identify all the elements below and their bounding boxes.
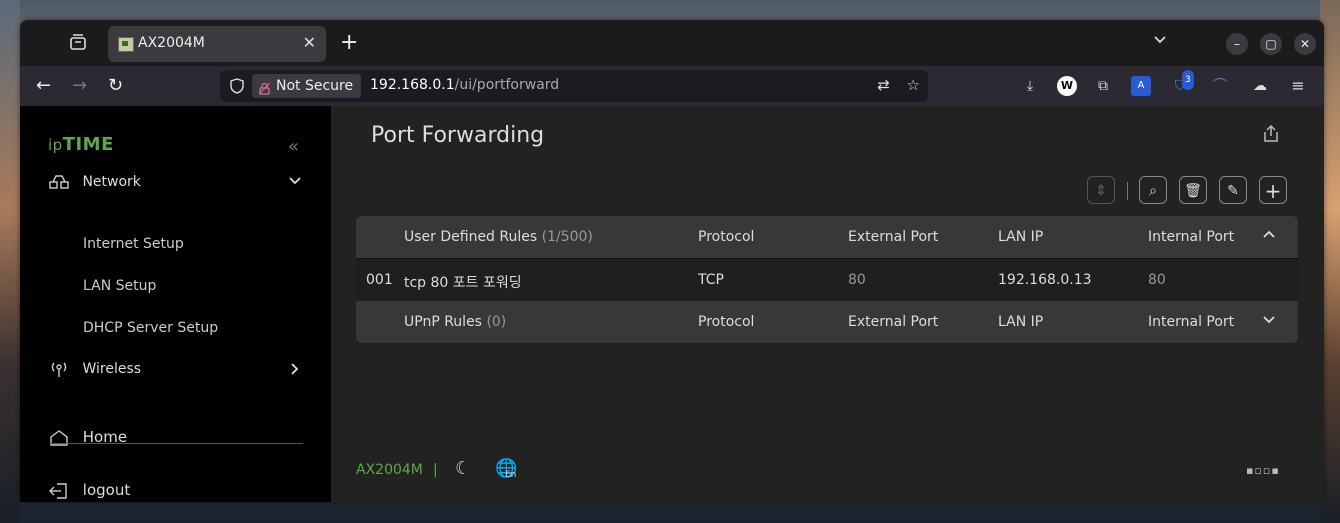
column-internal-port: Internal Port bbox=[1148, 229, 1235, 245]
user-rules-label: User Defined Rules bbox=[404, 229, 538, 245]
chevron-down-icon[interactable] bbox=[1262, 313, 1276, 331]
logo-ip: ip bbox=[48, 136, 63, 154]
url-bar-actions: ⇄ ☆ bbox=[877, 76, 920, 94]
not-secure-badge[interactable]: Not Secure bbox=[252, 74, 362, 98]
footer-model-name: AX2004M bbox=[356, 462, 423, 478]
app-area: ipTIME « Network Internet Setup LAN Setu… bbox=[20, 106, 1324, 502]
logo-time: TIME bbox=[62, 134, 114, 155]
sidebar-item-wireless[interactable]: Wireless bbox=[48, 360, 141, 378]
edit-pencil-icon[interactable]: ✎ bbox=[1219, 176, 1247, 204]
shield-icon[interactable] bbox=[230, 78, 244, 94]
add-plus-icon[interactable]: + bbox=[1259, 176, 1287, 204]
column-external-port: External Port bbox=[848, 229, 939, 245]
minimize-icon[interactable]: – bbox=[1226, 33, 1248, 55]
desktop-wallpaper-left bbox=[0, 0, 20, 523]
main-content: Port Forwarding ⇕ ⌕ 🗑 ✎ + User Defined R… bbox=[331, 106, 1324, 502]
url-path: /ui/portforward bbox=[454, 77, 560, 93]
translator-extension-icon[interactable]: A bbox=[1131, 76, 1151, 96]
user-rules-title: User Defined Rules (1/500) bbox=[404, 229, 593, 245]
forward-icon[interactable]: → bbox=[72, 75, 87, 96]
user-rules-count: (1/500) bbox=[541, 229, 593, 245]
upnp-rules-count: (0) bbox=[486, 314, 507, 330]
sidebar-item-network[interactable]: Network bbox=[48, 173, 141, 191]
tab-active[interactable]: AX2004M ✕ bbox=[108, 26, 326, 62]
row-lan-ip: 192.168.0.13 bbox=[998, 272, 1092, 288]
upnp-rules-label: UPnP Rules bbox=[404, 314, 482, 330]
new-tab-icon[interactable]: + bbox=[340, 30, 358, 55]
upnp-column-lan-ip: LAN IP bbox=[998, 314, 1044, 330]
ublock-shield-icon[interactable]: ⛉ 3 bbox=[1170, 70, 1194, 96]
upnp-column-external-port: External Port bbox=[848, 314, 939, 330]
port-forward-table: User Defined Rules (1/500) Protocol Exte… bbox=[356, 216, 1298, 343]
sidebar-item-logout[interactable]: logout bbox=[48, 481, 130, 500]
w-extension-icon[interactable]: W bbox=[1057, 76, 1077, 96]
tab-title: AX2004M bbox=[138, 35, 205, 51]
wireless-antenna-icon bbox=[48, 360, 70, 378]
row-internal-port: 80 bbox=[1148, 272, 1166, 288]
maximize-icon[interactable]: ▢ bbox=[1260, 33, 1282, 55]
language-globe-icon[interactable]: 🌐 En bbox=[495, 458, 517, 480]
logout-label: logout bbox=[82, 481, 131, 499]
navigation-bar: ← → ↻ Not Secure 192.168.0.1/ui/portforw… bbox=[20, 66, 1324, 106]
export-share-icon[interactable] bbox=[1261, 124, 1281, 148]
delete-trash-icon[interactable]: 🗑 bbox=[1179, 176, 1207, 204]
upnp-column-internal-port: Internal Port bbox=[1148, 314, 1235, 330]
dark-mode-moon-icon[interactable]: ☾ bbox=[455, 458, 471, 479]
url-host: 192.168.0.1 bbox=[370, 77, 455, 93]
search-icon[interactable]: ⌕ bbox=[1139, 176, 1167, 204]
bookmark-star-icon[interactable]: ☆ bbox=[907, 76, 920, 94]
upnp-rules-title: UPnP Rules (0) bbox=[404, 314, 506, 330]
cloud-icon[interactable]: ☁ bbox=[1250, 76, 1270, 96]
reload-icon[interactable]: ↻ bbox=[108, 75, 123, 96]
chevron-down-icon[interactable] bbox=[288, 174, 302, 192]
tab-bar: AX2004M ✕ + – ▢ ✕ bbox=[20, 20, 1324, 66]
sort-updown-icon[interactable]: ⇕ bbox=[1087, 176, 1115, 204]
download-icon[interactable]: ⤓ bbox=[1020, 76, 1040, 96]
tab-list-icon[interactable] bbox=[68, 32, 90, 54]
chevron-up-icon[interactable] bbox=[1262, 228, 1276, 246]
extensions-puzzle-icon[interactable]: ⧉ bbox=[1093, 76, 1113, 96]
close-tab-icon[interactable]: ✕ bbox=[303, 33, 316, 52]
sidebar: ipTIME « Network Internet Setup LAN Setu… bbox=[20, 106, 331, 502]
page-title: Port Forwarding bbox=[371, 123, 545, 148]
footer-separator: | bbox=[433, 462, 438, 478]
not-secure-label: Not Secure bbox=[276, 78, 354, 94]
sidebar-divider bbox=[50, 443, 303, 444]
close-window-icon[interactable]: ✕ bbox=[1294, 33, 1316, 55]
row-index: 001 bbox=[366, 272, 393, 288]
column-protocol: Protocol bbox=[698, 229, 755, 245]
logout-icon bbox=[48, 482, 70, 500]
chevron-right-icon[interactable] bbox=[288, 362, 302, 380]
row-external-port: 80 bbox=[848, 272, 866, 288]
collapse-sidebar-icon[interactable]: « bbox=[288, 136, 299, 157]
extension-badge-count: 3 bbox=[1182, 70, 1194, 90]
insecure-lock-icon bbox=[258, 79, 271, 95]
sidebar-item-internet-setup[interactable]: Internet Setup bbox=[83, 236, 184, 252]
network-icon bbox=[48, 173, 70, 191]
row-protocol: TCP bbox=[698, 272, 724, 288]
back-icon[interactable]: ← bbox=[36, 75, 51, 96]
iptime-logo[interactable]: ipTIME bbox=[48, 134, 114, 155]
sidebar-item-lan-setup[interactable]: LAN Setup bbox=[83, 278, 156, 294]
favicon-icon bbox=[118, 37, 134, 52]
url-bar[interactable]: Not Secure 192.168.0.1/ui/portforward ⇄ … bbox=[220, 70, 928, 102]
column-lan-ip: LAN IP bbox=[998, 229, 1044, 245]
language-badge: En bbox=[505, 470, 517, 480]
sidebar-item-dhcp-server-setup[interactable]: DHCP Server Setup bbox=[83, 320, 218, 336]
chevron-down-icon[interactable] bbox=[1152, 32, 1168, 52]
browser-window: AX2004M ✕ + – ▢ ✕ ← → ↻ Not Secure 192.1… bbox=[20, 20, 1324, 502]
row-name: tcp 80 포트 포워딩 bbox=[404, 275, 522, 291]
hamburger-menu-icon[interactable]: ≡ bbox=[1288, 76, 1308, 96]
network-label: Network bbox=[82, 174, 141, 190]
table-row[interactable]: 001 tcp 80 포트 포워딩 TCP 80 192.168.0.13 80 bbox=[356, 258, 1298, 302]
vpn-arc-icon[interactable]: ⌒ bbox=[1210, 76, 1230, 96]
user-rules-header[interactable]: User Defined Rules (1/500) Protocol Exte… bbox=[356, 216, 1298, 258]
upnp-column-protocol: Protocol bbox=[698, 314, 755, 330]
translate-icon[interactable]: ⇄ bbox=[877, 76, 890, 94]
wireless-label: Wireless bbox=[82, 361, 142, 377]
url-text[interactable]: 192.168.0.1/ui/portforward bbox=[370, 77, 559, 93]
upnp-rules-header[interactable]: UPnP Rules (0) Protocol External Port LA… bbox=[356, 301, 1298, 343]
toolbar-separator bbox=[1127, 182, 1128, 200]
layout-toggle-icon[interactable]: ▪▫▫▪ bbox=[1246, 464, 1280, 477]
